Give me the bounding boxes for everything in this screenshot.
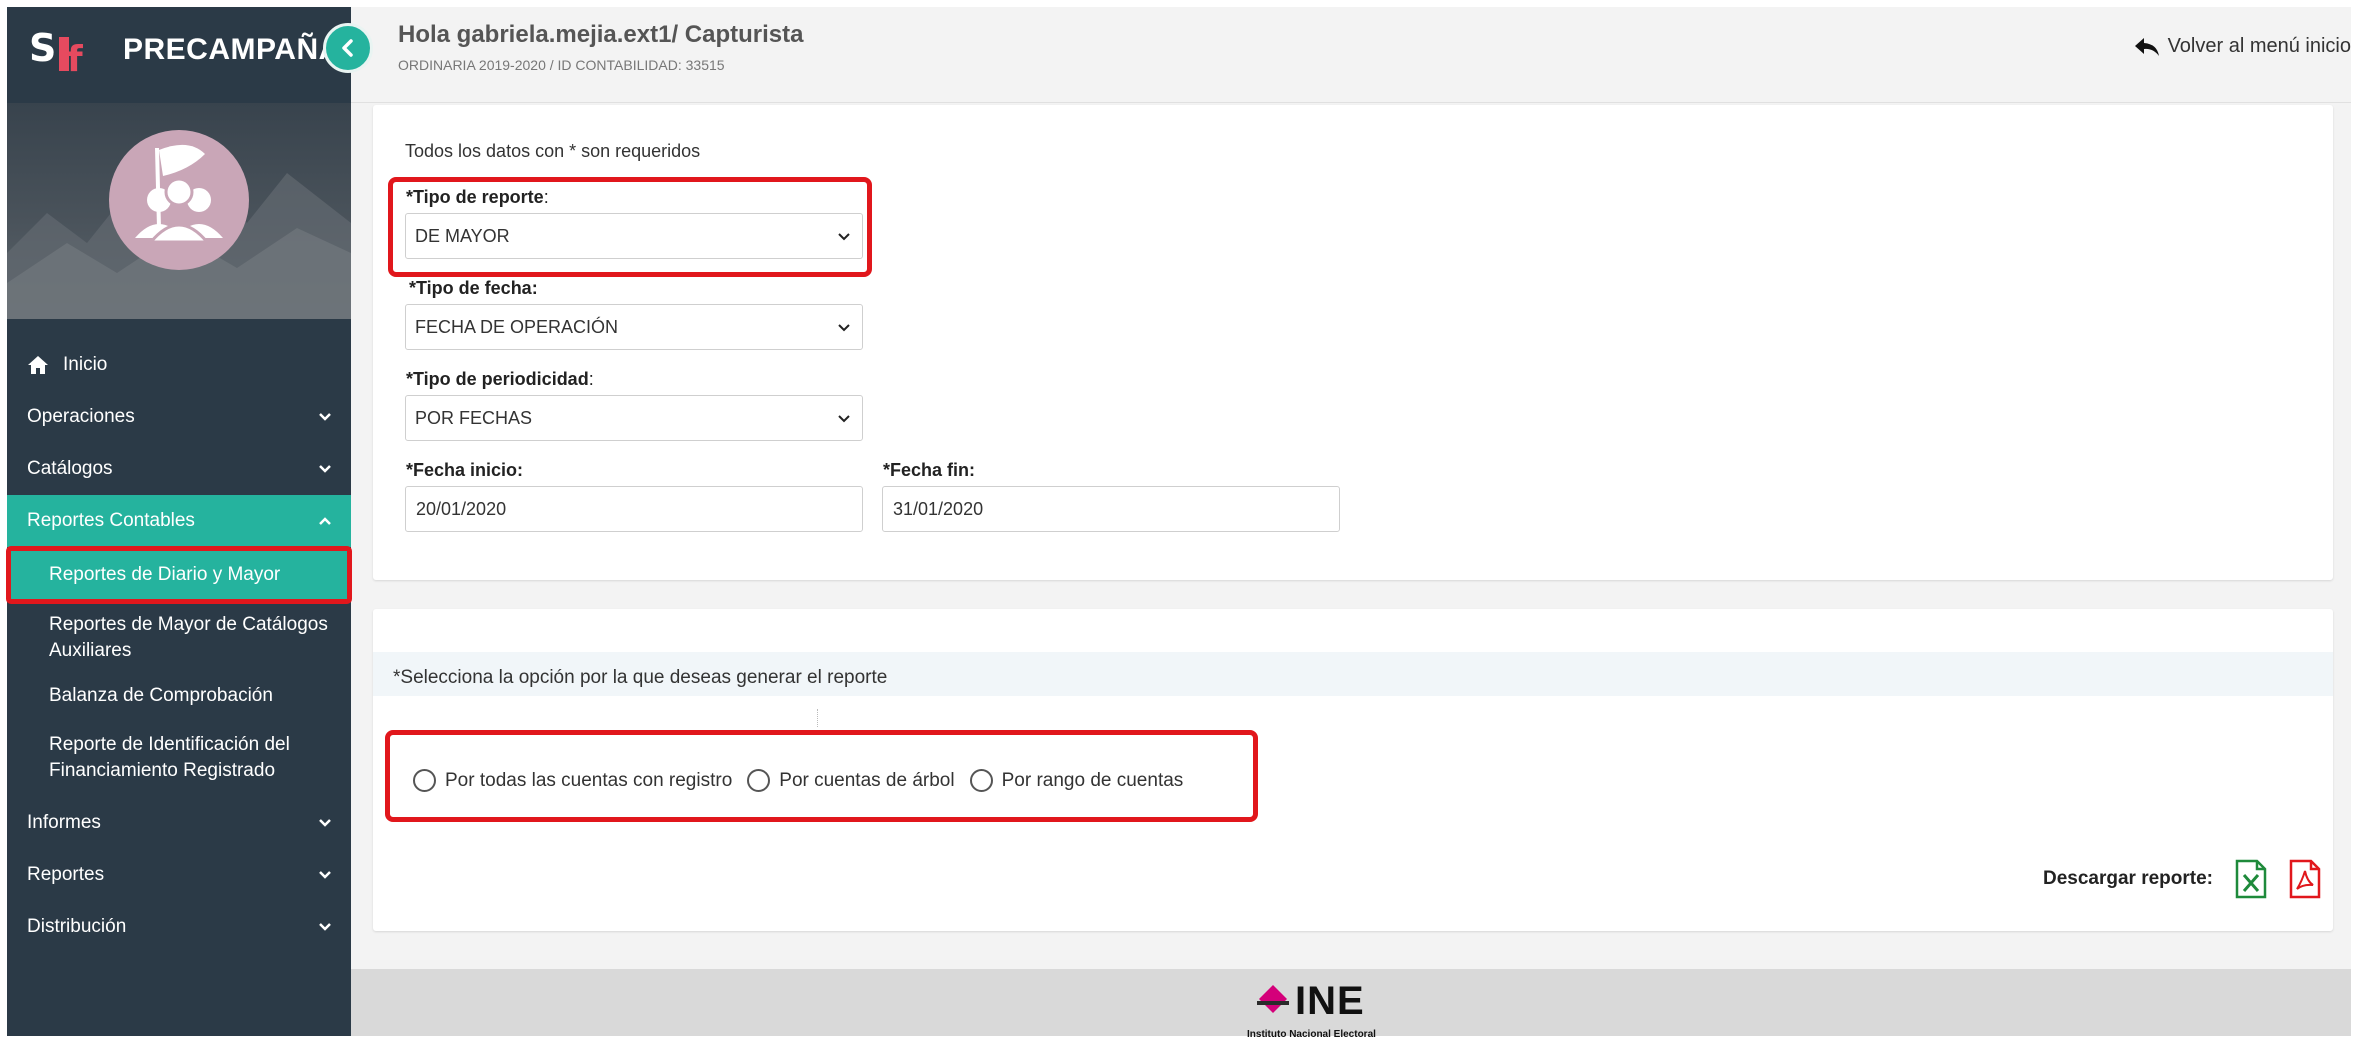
sidebar-item-operaciones[interactable]: Operaciones [7, 391, 351, 443]
sidebar-item-catalogos[interactable]: Catálogos [7, 443, 351, 495]
sidebar-item-label: Informes [27, 812, 101, 833]
back-to-menu-link[interactable]: Volver al menú inicio [2134, 35, 2351, 58]
people-flag-icon [135, 144, 223, 244]
sidebar-item-distribucion[interactable]: Distribución [7, 901, 351, 953]
fecha-inicio-input[interactable]: 20/01/2020 [405, 486, 863, 532]
sidebar-item-inicio[interactable]: Inicio [7, 339, 351, 391]
report-options-card: *Selecciona la opción por la que deseas … [373, 609, 2333, 931]
reply-arrow-icon [2134, 37, 2159, 56]
tipo-periodicidad-label: *Tipo de periodicidad: [406, 369, 594, 390]
fecha-inicio-label: *Fecha inicio: [406, 460, 524, 480]
footer: INE Instituto Nacional Electoral [351, 969, 2351, 1040]
sif-logo: S f [29, 26, 83, 79]
radio-group: Por todas las cuentas con registro Por c… [413, 769, 1198, 792]
sidebar-subitem-label: Reportes de Mayor de Catálogos Auxiliare… [49, 614, 328, 661]
radio-cuentas-arbol[interactable]: Por cuentas de árbol [747, 769, 955, 792]
tipo-reporte-value: DE MAYOR [415, 225, 510, 246]
brand-title: PRECAMPAÑA [123, 33, 341, 66]
tipo-fecha-label: *Tipo de fecha: [409, 278, 538, 298]
tipo-periodicidad-label-colon: : [588, 369, 594, 389]
radio-label: Por rango de cuentas [1001, 769, 1184, 791]
sidebar-subitem-label: Reportes de Diario y Mayor [49, 564, 281, 585]
home-icon [28, 356, 48, 374]
excel-icon[interactable] [2235, 859, 2267, 899]
sidebar-menu: Inicio Operaciones Catálogos Reportes Co… [6, 339, 352, 953]
radio-circle[interactable] [969, 769, 993, 792]
download-section: Descargar reporte: [2043, 859, 2321, 899]
divider-dots [817, 709, 818, 727]
sidebar-item-label: Catálogos [27, 458, 113, 479]
chevron-down-icon [319, 465, 331, 473]
app-frame: S f PRECAMPAÑA Inicio Operaciones Catálo… [6, 7, 2351, 1040]
fecha-fin-label: *Fecha fin: [883, 460, 976, 480]
tipo-fecha-select[interactable]: FECHA DE OPERACIÓN [405, 304, 863, 350]
chevron-down-icon [838, 415, 850, 423]
sidebar-item-reportes-contables[interactable]: Reportes Contables [7, 495, 351, 547]
svg-text:S: S [29, 26, 56, 70]
sidebar-subitem-label: Balanza de Comprobación [49, 685, 273, 706]
tipo-reporte-select[interactable]: DE MAYOR [405, 213, 863, 259]
tipo-periodicidad-select[interactable]: POR FECHAS [405, 395, 863, 441]
avatar [109, 130, 249, 270]
sidebar-item-reportes[interactable]: Reportes [7, 849, 351, 901]
sidebar-subitem-identificacion[interactable]: Reporte de Identificación del Financiami… [7, 719, 351, 797]
radio-circle[interactable] [747, 769, 771, 792]
chevron-down-icon [319, 923, 331, 931]
tipo-periodicidad-value: POR FECHAS [415, 407, 533, 428]
radio-label: Por cuentas de árbol [779, 769, 955, 791]
fecha-fin-input[interactable]: 31/01/2020 [882, 486, 1340, 532]
radio-todas-cuentas[interactable]: Por todas las cuentas con registro [413, 769, 732, 792]
chevron-down-icon [838, 233, 850, 241]
chevron-up-icon [319, 517, 331, 525]
back-label: Volver al menú inicio [2167, 35, 2351, 57]
pdf-icon[interactable] [2289, 859, 2321, 899]
radio-circle[interactable] [413, 769, 436, 792]
tipo-periodicidad-label-text: *Tipo de periodicidad [406, 369, 589, 389]
sidebar-subitem-balanza[interactable]: Balanza de Comprobación [7, 673, 351, 719]
chevron-down-icon [319, 413, 331, 421]
svg-text:f: f [67, 39, 83, 79]
chevron-down-icon [319, 819, 331, 827]
tipo-reporte-label: *Tipo de reporte: [406, 187, 549, 208]
required-note: Todos los datos con * son requeridos [405, 141, 701, 161]
sidebar-item-label: Reportes Contables [27, 510, 195, 531]
download-label: Descargar reporte: [2042, 868, 2213, 889]
report-form-card: Todos los datos con * son requeridos *Ti… [373, 105, 2333, 580]
sidebar-item-label: Inicio [63, 354, 108, 375]
chevron-down-icon [838, 324, 850, 332]
chevron-left-icon [342, 39, 353, 57]
sidebar-item-label: Operaciones [27, 406, 135, 427]
sidebar-subitem-diario-mayor[interactable]: Reportes de Diario y Mayor [6, 546, 352, 604]
chevron-down-icon [319, 871, 331, 879]
user-greeting: Hola gabriela.mejia.ext1/ Capturista [398, 21, 804, 48]
tipo-fecha-value: FECHA DE OPERACIÓN [415, 316, 619, 337]
radio-label: Por todas las cuentas con registro [445, 769, 733, 791]
sidebar-item-label: Reportes [27, 864, 105, 885]
options-prompt: *Selecciona la opción por la que deseas … [393, 667, 888, 688]
brand-bar: S f PRECAMPAÑA [7, 7, 351, 95]
top-header: Hola gabriela.mejia.ext1/ Capturista ORD… [351, 7, 2351, 103]
sidebar-item-label: Distribución [27, 916, 127, 937]
profile-banner [7, 103, 351, 319]
accounting-info: ORDINARIA 2019-2020 / ID CONTABILIDAD: 3… [398, 57, 725, 73]
tipo-reporte-label-colon: : [543, 187, 549, 207]
sidebar: S f PRECAMPAÑA Inicio Operaciones Catálo… [6, 7, 373, 1036]
ine-logo-subtext: Instituto Nacional Electoral [1247, 1029, 1376, 1040]
collapse-sidebar-button[interactable] [323, 23, 373, 73]
radio-rango-cuentas[interactable]: Por rango de cuentas [969, 769, 1184, 792]
ine-logo-text: INE [1295, 979, 1365, 1023]
tipo-reporte-label-text: *Tipo de reporte [406, 187, 544, 207]
sidebar-subitem-mayor-catalogos[interactable]: Reportes de Mayor de Catálogos Auxiliare… [7, 603, 351, 673]
sidebar-subitem-label: Reporte de Identificación del Financiami… [49, 734, 290, 781]
sidebar-item-informes[interactable]: Informes [7, 797, 351, 849]
